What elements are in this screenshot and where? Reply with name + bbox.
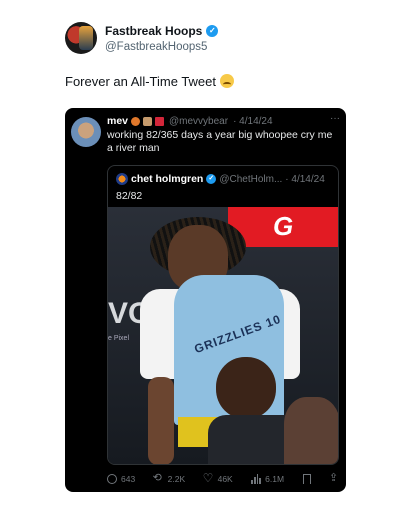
verified-badge-icon: ✓ [206,25,219,37]
embedded-date[interactable]: · 4/14/24 [233,116,272,127]
views-button[interactable]: 6.1M [251,474,284,484]
tweet-body: Forever an All-Time Tweet [65,74,234,89]
share-icon [329,471,339,484]
repost-count: 2.2K [167,474,186,484]
embedded-tweet-text: working 82/365 days a year big whoopee c… [107,129,333,154]
author-name-row: Fastbreak Hoops ✓ [105,24,219,38]
crying-face-emoji-icon [219,74,234,88]
like-button[interactable]: 46K [203,471,233,485]
player-arm [148,377,174,464]
views-chart-icon [251,474,262,484]
repost-icon [153,471,164,484]
arena-wall-subtext: e Pixel [108,335,130,342]
embedded-author-row: mev @mevvybear · 4/14/24 [107,115,273,127]
repost-button[interactable]: 2.2K [153,471,186,484]
embedded-tweet-card[interactable]: mev @mevvybear · 4/14/24 ··· working 82/… [65,108,346,492]
tweet-header: Fastbreak Hoops ✓ @FastbreakHoops5 [65,22,395,58]
tweet-text: Forever an All-Time Tweet [65,74,216,89]
author-handle[interactable]: @FastbreakHoops5 [105,41,207,53]
bow-icon [155,116,165,126]
tweet-photo[interactable]: G VOF e Pixel GRIZZLIES 10 [108,207,338,464]
embedded-handle[interactable]: @mevvybear [169,116,228,127]
tweet-action-bar: 643 2.2K 46K 6.1M [107,471,339,486]
bear-icon [143,116,153,126]
more-options-icon[interactable]: ··· [330,113,340,124]
reply-button[interactable]: 643 [107,474,135,484]
views-count: 6.1M [265,474,285,484]
heart-icon [203,471,214,485]
quoted-date[interactable]: · 4/14/24 [285,174,324,185]
reply-count: 643 [121,474,136,484]
coach-head [216,357,276,419]
bookmark-button[interactable] [302,474,311,484]
gatorade-logo: G [273,211,294,241]
share-button[interactable] [329,471,339,484]
quoted-author-row: chet holmgren ✓ @ChetHolm... · 4/14/24 [116,173,325,185]
reply-icon [107,474,117,484]
basketball-icon [131,116,141,126]
bookmark-icon [302,474,311,484]
embedded-author-avatar[interactable] [71,117,101,147]
quoted-tweet[interactable]: chet holmgren ✓ @ChetHolm... · 4/14/24 8… [107,165,339,465]
author-display-name[interactable]: Fastbreak Hoops [105,24,202,38]
author-avatar[interactable] [65,22,97,54]
quoted-author-avatar[interactable] [116,173,128,185]
verified-badge-icon: ✓ [206,174,217,184]
quoted-handle[interactable]: @ChetHolm... [219,174,282,185]
like-count: 46K [217,474,233,484]
bystander-figure [284,397,338,464]
quoted-display-name[interactable]: chet holmgren [131,173,203,185]
quoted-tweet-text: 82/82 [116,190,143,202]
avatar-graphic [79,26,93,50]
embedded-display-name[interactable]: mev [107,115,128,127]
